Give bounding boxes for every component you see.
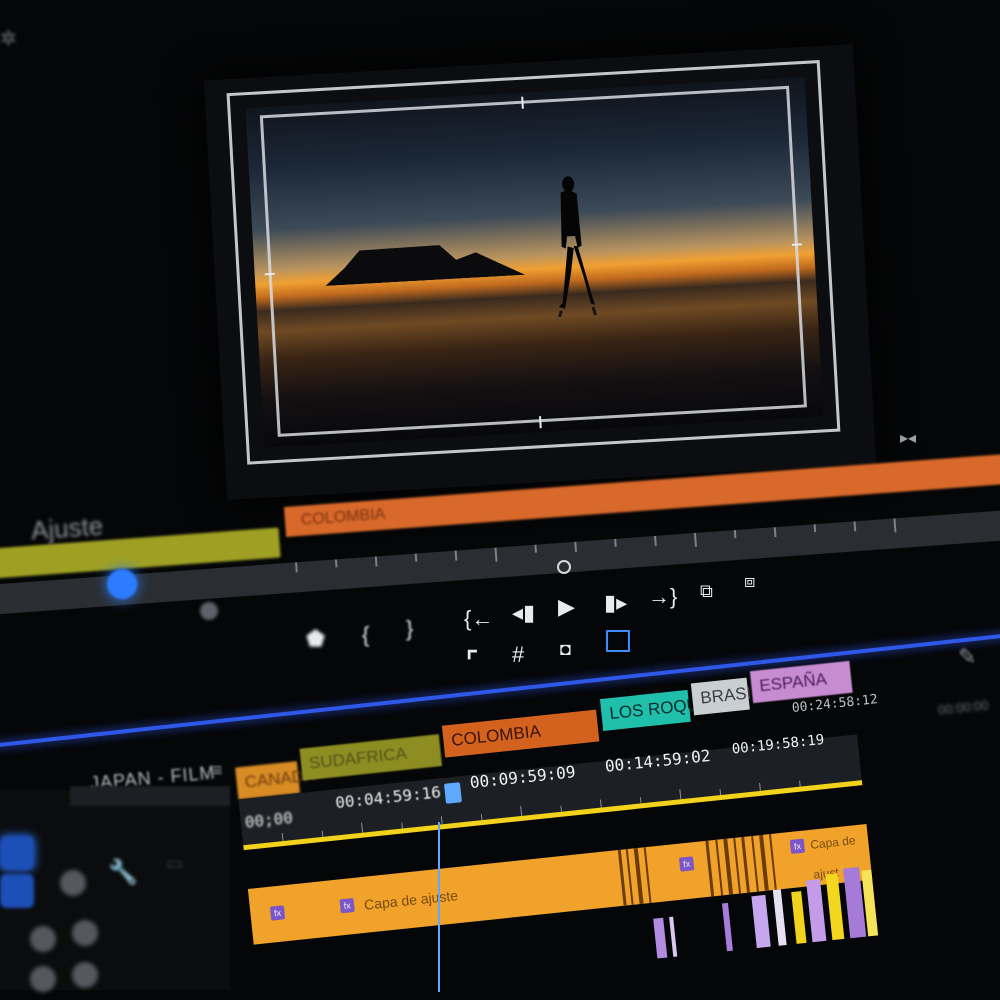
button-editor-icon[interactable]: ✎ bbox=[958, 642, 976, 672]
video-clip[interactable] bbox=[791, 891, 807, 944]
fx-badge: fx bbox=[339, 897, 355, 914]
mini-clip-label: COLOMBIA bbox=[300, 505, 386, 529]
timecode-3: 00:14:59:02 bbox=[604, 745, 712, 776]
fx-badge: fx bbox=[789, 838, 806, 854]
add-marker-icon[interactable]: ⬟ bbox=[306, 624, 325, 654]
mark-in-icon[interactable]: { bbox=[362, 620, 369, 650]
track-toggle-button[interactable] bbox=[30, 926, 56, 952]
adjustment-layer-clip[interactable]: fx Capa de ajuste bbox=[331, 861, 516, 936]
grid-icon[interactable]: # bbox=[512, 640, 524, 670]
timecode-2: 00:09:59:09 bbox=[468, 762, 577, 793]
mark-out-icon[interactable]: } bbox=[406, 614, 413, 644]
sequence-timeline[interactable]: CANADA SUDAFRICA COLOMBIA LOS ROQUES BRA… bbox=[228, 633, 896, 998]
track-toggle-button[interactable] bbox=[30, 966, 56, 992]
marker-colombia[interactable]: COLOMBIA bbox=[441, 709, 600, 758]
scroll-handle[interactable] bbox=[200, 602, 218, 620]
settings-icon[interactable]: ✲ bbox=[0, 24, 17, 54]
lift-icon[interactable]: ⌜ bbox=[466, 646, 478, 676]
overwrite-icon[interactable]: ⧈ bbox=[744, 566, 755, 596]
playhead-handle[interactable] bbox=[443, 782, 462, 804]
right-timecode: 00:00:00 bbox=[937, 697, 990, 718]
zoom-handle-icon[interactable] bbox=[557, 560, 571, 574]
fx-badge: fx bbox=[269, 905, 286, 921]
marker-los-roques[interactable]: LOS ROQUES bbox=[599, 689, 722, 731]
go-to-out-icon[interactable]: →} bbox=[648, 582, 677, 612]
insert-icon[interactable]: ⧉ bbox=[700, 576, 713, 606]
program-monitor bbox=[203, 44, 877, 500]
snap-toggle[interactable] bbox=[0, 836, 34, 870]
timecode-1: 00:04:59:16 bbox=[334, 782, 442, 813]
video-clip[interactable] bbox=[721, 902, 733, 952]
tab-underline bbox=[70, 786, 230, 806]
tab-menu-icon[interactable]: ≡ bbox=[212, 760, 223, 781]
video-clip[interactable] bbox=[825, 873, 845, 941]
linked-selection-toggle[interactable] bbox=[0, 874, 34, 908]
step-back-icon[interactable]: ◂▮ bbox=[512, 598, 535, 628]
safe-margins-icon[interactable] bbox=[606, 630, 630, 652]
video-clip[interactable] bbox=[653, 917, 668, 959]
fx-badge: fx bbox=[678, 856, 695, 872]
step-forward-icon[interactable]: ▮▸ bbox=[604, 588, 627, 618]
adjustment-layer-label: Capa de ajuste bbox=[363, 887, 459, 913]
marker-sudafrica[interactable]: SUDAFRICA bbox=[299, 734, 443, 781]
caption-icon[interactable]: ▭ bbox=[166, 848, 183, 878]
title-safe-margin bbox=[259, 85, 807, 437]
track-toggle-button[interactable] bbox=[72, 962, 98, 988]
go-to-in-icon[interactable]: {← bbox=[464, 604, 493, 634]
track-toggle-button[interactable] bbox=[60, 870, 86, 896]
track-toggle-button[interactable] bbox=[72, 920, 98, 946]
play-icon[interactable]: ▶ bbox=[558, 592, 575, 622]
playhead-line[interactable] bbox=[438, 822, 440, 992]
timecode-4: 00:19:58:19 bbox=[731, 731, 825, 758]
marker-brasil[interactable]: BRASIL bbox=[690, 677, 762, 716]
track-header-panel: 🔧 ▭ bbox=[0, 786, 230, 992]
video-clip[interactable] bbox=[772, 889, 787, 946]
video-clip[interactable] bbox=[669, 916, 678, 957]
video-clip[interactable] bbox=[751, 894, 771, 949]
wrench-icon[interactable]: 🔧 bbox=[108, 858, 138, 888]
camera-icon[interactable]: ◘ bbox=[560, 634, 571, 664]
